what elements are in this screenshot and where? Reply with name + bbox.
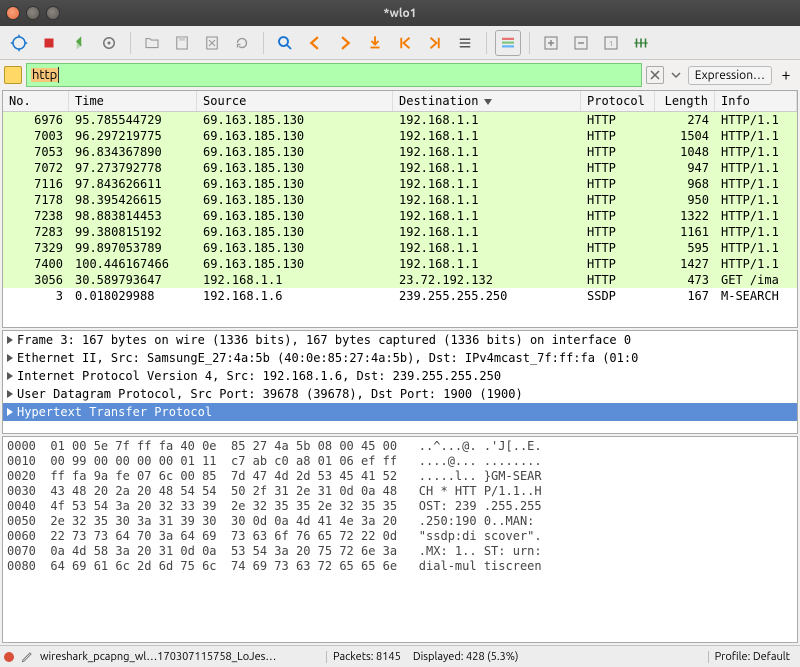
capture-options-button[interactable] [6, 30, 32, 56]
detail-line[interactable]: User Datagram Protocol, Src Port: 39678 … [3, 385, 797, 403]
stop-capture-button[interactable] [36, 30, 62, 56]
titlebar: *wlo1 [0, 0, 800, 26]
table-row[interactable]: 30.018029988192.168.1.6239.255.255.250SS… [3, 288, 797, 304]
packet-list[interactable]: No. Time Source Destination Protocol Len… [2, 90, 798, 328]
hex-line[interactable]: 0030 43 48 20 2a 20 48 54 54 50 2f 31 2e… [7, 484, 793, 499]
col-protocol[interactable]: Protocol [581, 91, 655, 111]
expand-icon [7, 390, 13, 398]
clear-filter-button[interactable] [646, 66, 664, 84]
col-info[interactable]: Info [715, 91, 797, 111]
goto-first-button[interactable] [392, 30, 418, 56]
table-row[interactable]: 707297.27379277869.163.185.130192.168.1.… [3, 160, 797, 176]
status-bar: wireshark_pcapng_wl…170307115758_LoJes… … [0, 645, 800, 667]
minimize-button[interactable] [26, 6, 40, 20]
capture-filters-button[interactable] [96, 30, 122, 56]
expand-icon [7, 336, 13, 344]
packet-bytes[interactable]: 0000 01 00 5e 7f ff fa 40 0e 85 27 4a 5b… [2, 436, 798, 643]
hex-line[interactable]: 0040 4f 53 54 3a 20 32 33 39 2e 32 35 35… [7, 499, 793, 514]
reload-button[interactable] [229, 30, 255, 56]
filter-dropdown[interactable] [668, 67, 684, 83]
window-title: *wlo1 [0, 7, 800, 20]
main-toolbar: 1 [0, 26, 800, 60]
close-file-button[interactable] [199, 30, 225, 56]
maximize-button[interactable] [46, 6, 60, 20]
col-time[interactable]: Time [69, 91, 197, 111]
table-row[interactable]: 700396.29721977569.163.185.130192.168.1.… [3, 128, 797, 144]
table-row[interactable]: 705396.83436789069.163.185.130192.168.1.… [3, 144, 797, 160]
detail-line[interactable]: Internet Protocol Version 4, Src: 192.16… [3, 367, 797, 385]
table-row[interactable]: 723898.88381445369.163.185.130192.168.1.… [3, 208, 797, 224]
hex-line[interactable]: 0010 00 99 00 00 00 00 01 11 c7 ab c0 a8… [7, 454, 793, 469]
packet-list-header: No. Time Source Destination Protocol Len… [3, 91, 797, 112]
packet-details[interactable]: Frame 3: 167 bytes on wire (1336 bits), … [2, 330, 798, 434]
edit-icon[interactable] [20, 650, 34, 664]
bookmark-icon[interactable] [4, 66, 22, 84]
table-row[interactable]: 697695.78554472969.163.185.130192.168.1.… [3, 112, 797, 128]
status-file: wireshark_pcapng_wl…170307115758_LoJes… [40, 651, 320, 663]
goto-last-button[interactable] [422, 30, 448, 56]
table-row[interactable]: 305630.589793647192.168.1.123.72.192.132… [3, 272, 797, 288]
table-row[interactable]: 7400100.44616746669.163.185.130192.168.1… [3, 256, 797, 272]
hex-line[interactable]: 0060 22 73 73 64 70 3a 64 69 73 63 6f 76… [7, 529, 793, 544]
col-no[interactable]: No. [3, 91, 69, 111]
zoom-reset-button[interactable]: 1 [598, 30, 624, 56]
auto-scroll-button[interactable] [452, 30, 478, 56]
add-filter-button[interactable]: + [776, 66, 796, 84]
close-button[interactable] [6, 6, 20, 20]
detail-line[interactable]: Hypertext Transfer Protocol [3, 403, 797, 421]
col-length[interactable]: Length [655, 91, 715, 111]
status-profile[interactable]: Profile: Default [708, 651, 796, 663]
find-packet-button[interactable] [272, 30, 298, 56]
status-packets: Packets: 8145 [326, 651, 407, 663]
table-row[interactable]: 732999.89705378969.163.185.130192.168.1.… [3, 240, 797, 256]
detail-line[interactable]: Ethernet II, Src: SamsungE_27:4a:5b (40:… [3, 349, 797, 367]
table-row[interactable]: 711697.84362661169.163.185.130192.168.1.… [3, 176, 797, 192]
status-displayed: Displayed: 428 (5.3%) [413, 651, 519, 663]
expert-info-icon[interactable] [4, 652, 14, 662]
save-button[interactable] [169, 30, 195, 56]
svg-text:1: 1 [609, 40, 613, 48]
col-source[interactable]: Source [197, 91, 393, 111]
col-destination[interactable]: Destination [393, 91, 581, 111]
hex-line[interactable]: 0080 64 69 61 6c 2d 6d 75 6c 74 69 73 63… [7, 559, 793, 574]
open-file-button[interactable] [139, 30, 165, 56]
expression-button[interactable]: Expression… [688, 66, 772, 85]
hex-line[interactable]: 0050 2e 32 35 30 3a 31 39 30 30 0d 0a 4d… [7, 514, 793, 529]
hex-line[interactable]: 0020 ff fa 9a fe 07 6c 00 85 7d 47 4d 2d… [7, 469, 793, 484]
expand-icon [7, 354, 13, 362]
table-row[interactable]: 717898.39542661569.163.185.130192.168.1.… [3, 192, 797, 208]
goto-packet-button[interactable] [362, 30, 388, 56]
display-filter-input[interactable]: http [26, 63, 642, 87]
expand-icon [7, 408, 13, 416]
zoom-in-button[interactable] [538, 30, 564, 56]
filter-text: http [31, 68, 58, 82]
detail-line[interactable]: Frame 3: 167 bytes on wire (1336 bits), … [3, 331, 797, 349]
hex-line[interactable]: 0070 0a 4d 58 3a 20 31 0d 0a 53 54 3a 20… [7, 544, 793, 559]
sort-indicator-icon [484, 99, 492, 105]
colorize-button[interactable] [495, 30, 521, 56]
zoom-out-button[interactable] [568, 30, 594, 56]
restart-capture-button[interactable] [66, 30, 92, 56]
filter-bar: http Expression… + [0, 60, 800, 90]
expand-icon [7, 372, 13, 380]
prev-packet-button[interactable] [302, 30, 328, 56]
next-packet-button[interactable] [332, 30, 358, 56]
hex-line[interactable]: 0000 01 00 5e 7f ff fa 40 0e 85 27 4a 5b… [7, 439, 793, 454]
table-row[interactable]: 728399.38081519269.163.185.130192.168.1.… [3, 224, 797, 240]
resize-columns-button[interactable] [628, 30, 654, 56]
